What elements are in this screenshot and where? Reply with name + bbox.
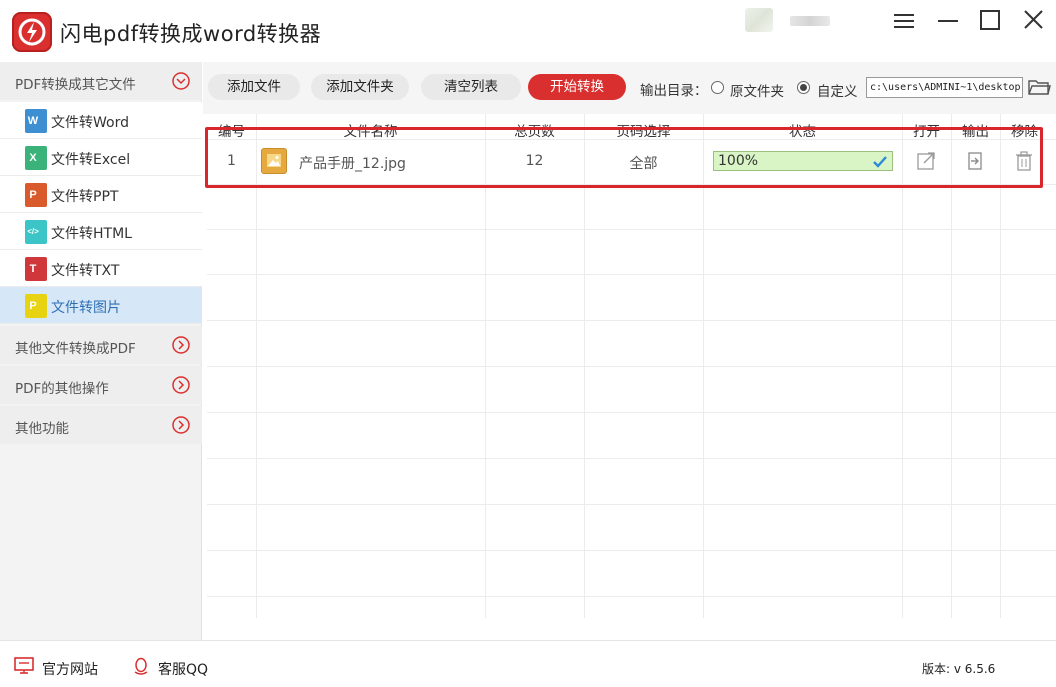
sidebar-item-image[interactable]: P 文件转图片 [0,287,202,324]
app-logo-icon [12,12,52,52]
sidebar-group-label: PDF的其他操作 [15,381,109,397]
close-icon[interactable] [1020,6,1050,36]
chevron-right-icon[interactable] [171,335,191,355]
radio-custom-label: 自定义 [817,84,858,100]
sidebar-item-label: 文件转HTML [51,226,132,242]
minimize-icon[interactable] [934,6,964,36]
official-website-link[interactable]: 官方网站 [42,659,98,679]
sidebar-group-other-to-pdf[interactable]: 其他文件转换成PDF [0,326,202,364]
sidebar: PDF转换成其它文件 W 文件转Word X 文件转Excel P 文件转PPT… [0,62,202,640]
add-file-button[interactable]: 添加文件 [208,74,300,100]
html-file-icon: </> [25,220,47,244]
clear-list-button[interactable]: 清空列表 [421,74,521,100]
add-folder-button[interactable]: 添加文件夹 [311,74,409,100]
status-bar: 官方网站 客服QQ 版本: v 6.5.6 [0,640,1056,687]
chevron-down-icon[interactable] [171,71,191,91]
file-table: 编号 文件名称 总页数 页码选择 状态 打开 输出 移除 1 产品手册_12.j… [207,114,1056,618]
sidebar-group-label: PDF转换成其它文件 [15,77,136,93]
txt-file-icon: T [25,257,47,281]
sidebar-group-pdf-to-other[interactable]: PDF转换成其它文件 [0,62,202,100]
radio-custom[interactable] [797,81,810,94]
sidebar-item-label: 文件转图片 [51,300,121,316]
menu-icon[interactable] [890,6,920,36]
qq-icon[interactable] [131,657,151,675]
title-bar: 闪电pdf转换成word转换器 [0,0,1056,62]
start-convert-button[interactable]: 开始转换 [528,74,626,100]
sidebar-item-word[interactable]: W 文件转Word [0,102,202,139]
app-title: 闪电pdf转换成word转换器 [60,22,322,46]
image-file-icon: P [25,294,47,318]
sidebar-item-label: 文件转Word [51,115,129,131]
output-dir-label: 输出目录： [640,83,708,99]
sidebar-group-other-functions[interactable]: 其他功能 [0,406,202,444]
ppt-file-icon: P [25,183,47,207]
toolbar: 添加文件 添加文件夹 清空列表 开始转换 输出目录： 原文件夹 自定义 c:\u… [203,62,1056,114]
version-label: 版本: v 6.5.6 [922,662,996,676]
user-avatar[interactable] [745,8,773,32]
word-file-icon: W [25,109,47,133]
radio-source-folder[interactable] [711,81,724,94]
sidebar-item-html[interactable]: </> 文件转HTML [0,213,202,250]
support-qq-link[interactable]: 客服QQ [158,659,208,679]
sidebar-item-label: 文件转TXT [51,263,120,279]
chevron-right-icon[interactable] [171,375,191,395]
folder-icon[interactable] [1027,76,1051,98]
sidebar-group-label: 其他功能 [15,421,69,437]
output-path-field[interactable]: c:\users\ADMINI~1\desktop [866,77,1023,98]
sidebar-group-pdf-other-ops[interactable]: PDF的其他操作 [0,366,202,404]
excel-file-icon: X [25,146,47,170]
maximize-icon[interactable] [977,6,1007,36]
sidebar-item-ppt[interactable]: P 文件转PPT [0,176,202,213]
user-name-blurred[interactable] [790,16,830,26]
row-highlight-annotation [205,127,1043,188]
radio-source-folder-label: 原文件夹 [730,84,784,100]
sidebar-group-label: 其他文件转换成PDF [15,341,136,357]
sidebar-item-label: 文件转PPT [51,189,119,205]
chevron-right-icon[interactable] [171,415,191,435]
monitor-icon[interactable] [14,657,34,675]
sidebar-item-label: 文件转Excel [51,152,131,168]
sidebar-item-excel[interactable]: X 文件转Excel [0,139,202,176]
sidebar-item-txt[interactable]: T 文件转TXT [0,250,202,287]
